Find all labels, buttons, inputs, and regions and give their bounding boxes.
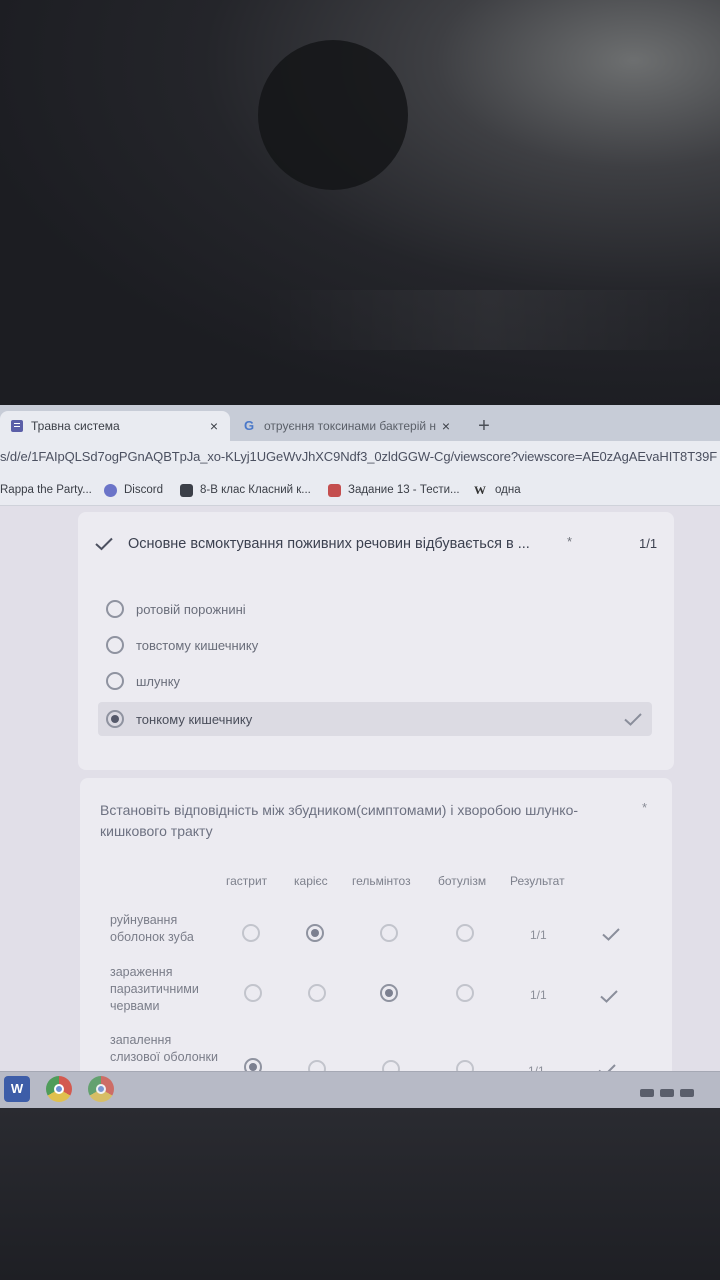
- column-header: карієс: [294, 874, 328, 888]
- photo-background-top: [0, 0, 720, 405]
- bookmark-label: Задание 13 - Тести...: [348, 484, 460, 496]
- chrome-icon[interactable]: [46, 1076, 72, 1102]
- grid-radio-selected[interactable]: [306, 924, 324, 942]
- tray-icon[interactable]: [660, 1089, 674, 1097]
- question-title: Основне всмоктування поживних речовин ві…: [128, 536, 530, 552]
- check-icon: [624, 713, 642, 726]
- close-icon[interactable]: ×: [204, 418, 224, 434]
- option-tonkyi-kyshechnyk[interactable]: тонкому кишечнику: [98, 702, 652, 736]
- required-mark: *: [642, 800, 648, 815]
- chrome-icon[interactable]: [88, 1076, 114, 1102]
- tab-title: отруєння токсинами бактерій н: [264, 419, 436, 433]
- grid-radio[interactable]: [380, 924, 398, 942]
- bookmark-icon: [328, 483, 341, 497]
- url-text[interactable]: s/d/e/1FAIpQLSd7ogPGnAQBTpJa_xo-KLyj1UGe…: [0, 449, 717, 464]
- option-label: тонкому кишечнику: [136, 711, 253, 727]
- tab-title: Травна система: [31, 419, 120, 433]
- option-label: шлунку: [136, 673, 181, 689]
- close-icon[interactable]: ×: [436, 418, 456, 434]
- check-icon: [602, 928, 620, 941]
- row-label: руйнування оболонок зуба: [110, 913, 194, 944]
- required-mark: *: [567, 534, 573, 549]
- row-score: 1/1: [530, 988, 547, 1002]
- bookmark-label: 8-В клас Класний к...: [200, 484, 311, 496]
- word-icon[interactable]: W: [4, 1076, 30, 1102]
- discord-icon: [104, 483, 117, 497]
- option-rotova-porozhnyna[interactable]: ротовій порожнині: [98, 592, 652, 626]
- laptop-screen: Травна система × G отруєння токсинами ба…: [0, 405, 720, 1108]
- taskbar: W: [0, 1071, 720, 1108]
- bookmark-label: одна: [495, 484, 521, 496]
- tray-icon[interactable]: [640, 1089, 654, 1097]
- photo-background-bottom: [0, 1108, 720, 1280]
- grid-radio-selected[interactable]: [380, 984, 398, 1002]
- grid-radio[interactable]: [308, 984, 326, 1002]
- radio-button[interactable]: [106, 600, 124, 618]
- check-icon: [95, 537, 113, 551]
- row-label: запалення слизової оболонки: [110, 1033, 218, 1064]
- radio-button[interactable]: [106, 636, 124, 654]
- question-card-1: Основне всмоктування поживних речовин ві…: [78, 512, 674, 770]
- radio-button[interactable]: [106, 672, 124, 690]
- tab-bar: Травна система × G отруєння токсинами ба…: [0, 405, 720, 441]
- radio-button-selected[interactable]: [106, 710, 124, 728]
- bookmark-rappa[interactable]: Rappa the Party...: [0, 481, 92, 499]
- tab-travna-systema[interactable]: Травна система ×: [0, 411, 230, 441]
- option-tovstyi-kyshechnyk[interactable]: товстому кишечнику: [98, 628, 652, 662]
- question-card-2: Встановіть відповідність між збудником(с…: [80, 778, 672, 1078]
- option-shlunok[interactable]: шлунку: [98, 664, 652, 698]
- classroom-icon: [180, 483, 193, 497]
- tab-google-search[interactable]: G отруєння токсинами бактерій н ×: [236, 411, 462, 441]
- wikipedia-icon: W: [474, 482, 486, 497]
- google-forms-icon: [11, 420, 23, 432]
- address-bar[interactable]: s/d/e/1FAIpQLSd7ogPGnAQBTpJa_xo-KLyj1UGe…: [0, 441, 720, 475]
- bookmarks-bar: Rappa the Party... Discord 8-В клас Клас…: [0, 475, 720, 506]
- bookmark-classroom[interactable]: 8-В клас Класний к...: [180, 481, 311, 499]
- column-header: Результат: [510, 874, 565, 888]
- bookmark-odna[interactable]: W одна: [472, 481, 521, 499]
- row-label: зараження паразитичними червами: [110, 965, 199, 1013]
- column-header: ботулізм: [438, 874, 487, 888]
- grid-radio[interactable]: [244, 984, 262, 1002]
- question-score: 1/1: [639, 536, 658, 551]
- column-header: гельмінтоз: [352, 874, 411, 888]
- grid-radio[interactable]: [456, 984, 474, 1002]
- bookmark-label: Rappa the Party...: [0, 484, 92, 496]
- bookmark-discord[interactable]: Discord: [104, 481, 163, 499]
- bookmark-label: Discord: [124, 484, 163, 496]
- form-page: Основне всмоктування поживних речовин ві…: [0, 506, 720, 1078]
- new-tab-button[interactable]: +: [472, 415, 496, 439]
- google-icon: G: [243, 418, 255, 433]
- question-title: Встановіть відповідність між збудником(с…: [100, 802, 579, 839]
- grid-radio[interactable]: [242, 924, 260, 942]
- row-score: 1/1: [530, 928, 547, 942]
- webcam-shadow: [258, 40, 408, 190]
- grid-radio[interactable]: [456, 924, 474, 942]
- option-label: ротовій порожнині: [136, 601, 246, 617]
- tray-icon[interactable]: [680, 1089, 694, 1097]
- column-header: гастрит: [226, 874, 268, 888]
- option-label: товстому кишечнику: [136, 637, 259, 653]
- bookmark-zadanie[interactable]: Задание 13 - Тести...: [328, 481, 460, 499]
- check-icon: [600, 990, 618, 1003]
- bezel-reflection: [260, 290, 720, 350]
